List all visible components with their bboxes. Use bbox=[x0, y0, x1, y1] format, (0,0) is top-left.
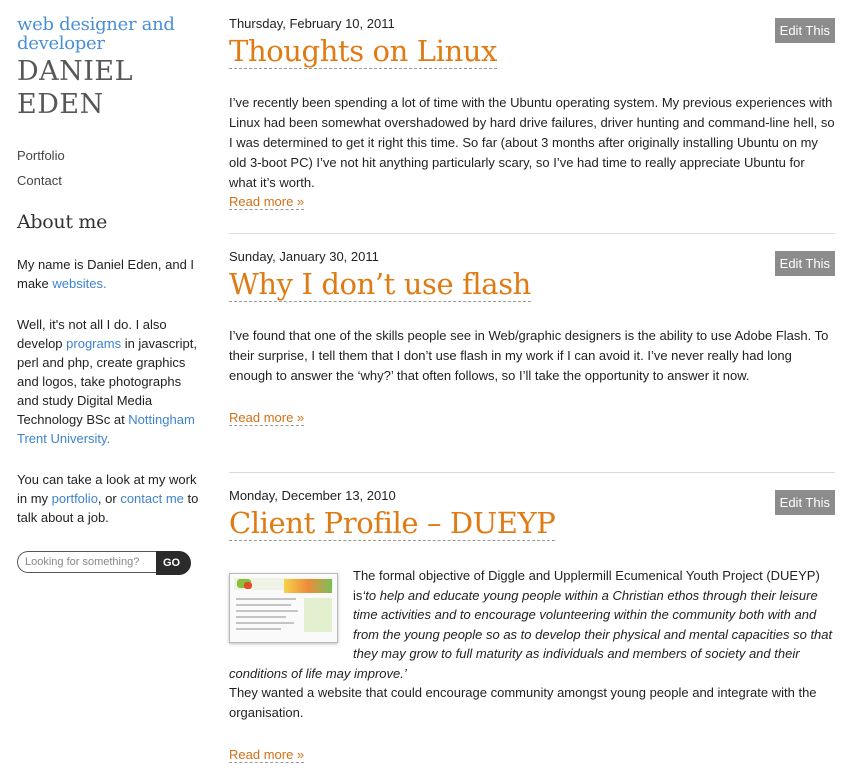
about-heading: About me bbox=[17, 211, 108, 233]
website-thumbnail-image bbox=[229, 573, 338, 643]
portfolio-link[interactable]: portfolio bbox=[52, 491, 98, 506]
edit-this-button[interactable]: Edit This bbox=[774, 490, 835, 515]
nav-link-contact[interactable]: Contact bbox=[17, 172, 202, 189]
post-excerpt: The formal objective of Diggle and Upple… bbox=[229, 566, 835, 722]
post-title-link[interactable]: Client Profile – DUEYP bbox=[229, 506, 556, 541]
search-form: GO bbox=[17, 551, 191, 575]
read-more-link[interactable]: Read more » bbox=[229, 194, 305, 210]
about-text: , or bbox=[97, 491, 121, 506]
programs-link[interactable]: programs bbox=[66, 336, 121, 351]
post: Sunday, January 30, 2011 Why I don’t use… bbox=[229, 248, 835, 473]
site-title[interactable]: DANIEL EDEN bbox=[17, 55, 167, 121]
sidebar: web designer and developer DANIEL EDEN P… bbox=[17, 15, 202, 575]
post-date: Sunday, January 30, 2011 bbox=[229, 249, 379, 264]
read-more-link[interactable]: Read more » bbox=[229, 410, 305, 426]
post-title-link[interactable]: Why I don’t use flash bbox=[229, 267, 531, 302]
post-excerpt: I’ve found that one of the skills people… bbox=[229, 328, 829, 383]
about-paragraph-1: My name is Daniel Eden, and I make websi… bbox=[17, 255, 202, 293]
edit-this-button[interactable]: Edit This bbox=[774, 251, 835, 276]
contact-link[interactable]: contact me bbox=[120, 491, 184, 506]
post-title-link[interactable]: Thoughts on Linux bbox=[229, 34, 497, 69]
post-date: Thursday, February 10, 2011 bbox=[229, 16, 395, 31]
search-go-button[interactable]: GO bbox=[156, 551, 191, 575]
site-tagline: web designer and developer bbox=[17, 14, 175, 54]
post-list: Thursday, February 10, 2011 Thoughts on … bbox=[229, 15, 835, 764]
post: Monday, December 13, 2010 Client Profile… bbox=[229, 487, 835, 764]
post-excerpt: I’ve recently been spending a lot of tim… bbox=[229, 95, 835, 190]
read-more-link[interactable]: Read more » bbox=[229, 747, 305, 763]
about-paragraph-3: You can take a look at my work in my por… bbox=[17, 470, 202, 527]
about-section: My name is Daniel Eden, and I make websi… bbox=[17, 255, 202, 527]
websites-link[interactable]: websites. bbox=[52, 276, 106, 291]
post-text: They wanted a website that could encoura… bbox=[229, 685, 817, 720]
post-date: Monday, December 13, 2010 bbox=[229, 488, 396, 503]
edit-this-button[interactable]: Edit This bbox=[774, 18, 835, 43]
main-nav: Portfolio Contact bbox=[17, 147, 202, 189]
search-input[interactable] bbox=[17, 551, 157, 573]
nav-link-portfolio[interactable]: Portfolio bbox=[17, 147, 202, 164]
post: Thursday, February 10, 2011 Thoughts on … bbox=[229, 15, 835, 234]
about-paragraph-2: Well, it's not all I do. I also develop … bbox=[17, 315, 202, 448]
